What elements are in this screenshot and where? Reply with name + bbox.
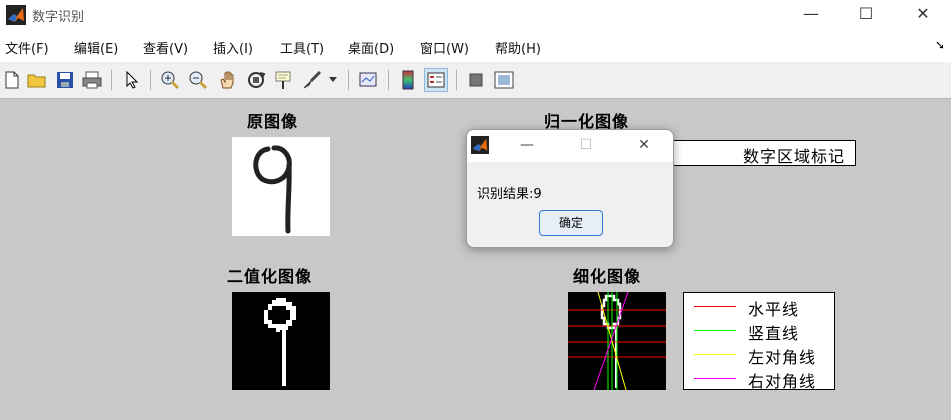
chevron-down-icon[interactable] [326,68,340,92]
pointer-icon[interactable] [120,68,144,92]
legend-swatch-red [694,306,736,307]
legend-label: 左对角线 [748,348,817,367]
open-folder-icon[interactable] [25,68,49,92]
region-marker-label-box: 数字区域标记 [672,140,856,166]
dialog-title-bar: — ☐ ✕ [467,130,673,162]
legend-swatch-green [694,330,736,331]
menu-help[interactable]: 帮助(H) [495,38,541,57]
legend-item-left-diagonal: 左对角线 [690,344,830,367]
menu-bar: 文件(F) 编辑(E) 查看(V) 插入(I) 工具(T) 桌面(D) 窗口(W… [0,30,951,62]
save-icon[interactable] [53,68,77,92]
menu-insert[interactable]: 插入(I) [213,38,253,57]
menu-window[interactable]: 窗口(W) [420,38,469,57]
hide-plot-tools-icon[interactable] [464,68,488,92]
legend-label: 竖直线 [748,324,800,343]
toolbar [0,62,951,99]
thinned-digit-image [568,292,666,390]
toolbar-separator [456,70,457,90]
minimize-button[interactable]: — [788,0,834,30]
menu-tools[interactable]: 工具(T) [280,38,324,57]
window-title: 数字识别 [32,10,85,25]
matlab-logo-icon [471,136,489,154]
thinned-image-title: 细化图像 [573,267,642,286]
legend-icon[interactable] [424,68,448,92]
legend-swatch-yellow [694,354,736,355]
legend-label: 右对角线 [748,372,817,391]
data-cursor-icon[interactable] [272,68,296,92]
menu-view[interactable]: 查看(V) [143,38,188,57]
menu-edit[interactable]: 编辑(E) [74,38,118,57]
binary-image-title: 二值化图像 [227,267,313,286]
legend-label: 水平线 [748,300,800,319]
legend-item-vertical: 竖直线 [690,320,830,343]
binary-digit-image [232,292,330,390]
toolbar-separator [150,70,151,90]
dialog-close-button[interactable]: ✕ [629,134,659,156]
matlab-logo-icon [6,5,26,25]
zoom-in-icon[interactable] [158,68,182,92]
close-button[interactable]: ✕ [900,0,946,30]
print-icon[interactable] [80,68,104,92]
title-bar: 数字识别 — ☐ ✕ [0,0,951,30]
toolbar-separator [348,70,349,90]
toolbar-separator [111,70,112,90]
legend-swatch-magenta [694,378,736,379]
menu-desktop[interactable]: 桌面(D) [348,38,394,57]
menu-file[interactable]: 文件(F) [5,38,49,57]
toolbar-separator [388,70,389,90]
dialog-minimize-button[interactable]: — [512,134,542,156]
region-marker-label: 数字区域标记 [742,147,845,166]
new-file-icon[interactable] [0,68,24,92]
colorbar-icon[interactable] [396,68,420,92]
legend-item-horizontal: 水平线 [690,296,830,319]
pan-hand-icon[interactable] [216,68,240,92]
show-plot-tools-icon[interactable] [492,68,516,92]
dock-arrow-icon[interactable]: ➘ [935,38,945,52]
ok-button[interactable]: 确定 [539,210,603,236]
legend-item-right-diagonal: 右对角线 [690,368,830,391]
zoom-out-icon[interactable] [186,68,210,92]
brush-icon[interactable] [300,68,324,92]
line-legend: 水平线 竖直线 左对角线 右对角线 [683,292,835,391]
dialog-message: 识别结果:9 [477,187,542,202]
maximize-button[interactable]: ☐ [843,0,889,30]
original-digit-image [232,137,330,236]
original-image-title: 原图像 [247,112,299,131]
dialog-maximize-button: ☐ [579,137,593,153]
rotate-3d-icon[interactable] [244,68,268,92]
result-dialog: — ☐ ✕ 识别结果:9 确定 [466,129,674,248]
link-plot-icon[interactable] [356,68,380,92]
